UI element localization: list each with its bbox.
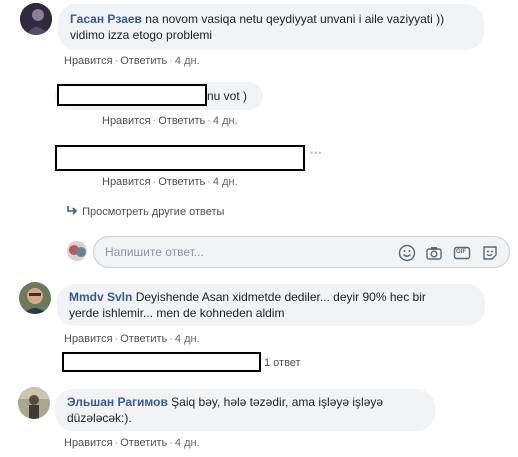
more-options-icon[interactable]: ••• (310, 148, 322, 158)
reply-link[interactable]: Ответить (120, 55, 167, 67)
comment-bubble: Mmdv Svln Deyishende Asan xidmetde dedil… (57, 284, 485, 326)
reply-actions: Нравится · Ответить · 4 дн. (102, 176, 238, 188)
comment-text: vidimo izza etogo problemi (70, 28, 213, 42)
comment-actions: Нравится · Ответить · 4 дн. (64, 55, 200, 67)
gif-icon[interactable]: GIF (453, 244, 471, 262)
reply-arrow-icon (67, 206, 79, 218)
comment-bubble: Гасан Рзаев na novom vasiqa netu qeydiyy… (58, 4, 484, 50)
avatar[interactable] (20, 3, 52, 35)
camera-icon[interactable] (425, 244, 443, 262)
comment-text: Şaiq bəy, hələ təzədir, ama işləyə işləy… (171, 395, 384, 409)
reply-input[interactable]: Напишите ответ... GIF (93, 236, 510, 268)
sticker-icon[interactable] (481, 244, 499, 262)
redacted-reply-author (62, 352, 261, 372)
comment-author[interactable]: Гасан Рзаев (70, 12, 142, 26)
reply-link[interactable]: Ответить (158, 115, 205, 127)
reply-placeholder: Напишите ответ... (105, 245, 204, 259)
like-link[interactable]: Нравится (102, 176, 151, 188)
gif-label: GIF (456, 249, 466, 255)
timestamp[interactable]: 4 дн. (175, 333, 200, 345)
current-user-avatar (67, 241, 87, 261)
redacted-reply (55, 145, 305, 171)
view-more-replies[interactable]: Просмотреть другие ответы (67, 206, 224, 218)
comment-author[interactable]: Эльшан Рагимов (67, 395, 168, 409)
reply-actions: Нравится · Ответить · 4 дн. (102, 115, 238, 127)
avatar[interactable] (19, 282, 51, 314)
reply-text: nu vot ) (207, 89, 248, 103)
reply-link[interactable]: Ответить (120, 333, 167, 345)
comment-actions: Нравится · Ответить · 4 дн. (64, 333, 200, 345)
replies-count-link[interactable]: 1 ответ (264, 357, 301, 369)
timestamp[interactable]: 4 дн. (213, 176, 238, 188)
like-link[interactable]: Нравится (64, 333, 113, 345)
timestamp[interactable]: 4 дн. (175, 437, 200, 449)
reply-link[interactable]: Ответить (158, 176, 205, 188)
comment-author[interactable]: Mmdv Svln (69, 290, 132, 304)
like-link[interactable]: Нравится (64, 55, 113, 67)
comment-text: düzələcək:). (67, 411, 132, 425)
timestamp[interactable]: 4 дн. (175, 55, 200, 67)
comment-actions: Нравится · Ответить · 4 дн. (64, 437, 200, 449)
comment-text: na novom vasiqa netu qeydiyyat unvani i … (145, 12, 445, 26)
redacted-name (57, 84, 207, 106)
timestamp[interactable]: 4 дн. (213, 115, 238, 127)
emoji-icon[interactable] (398, 244, 416, 262)
avatar[interactable] (18, 387, 50, 419)
reply-link[interactable]: Ответить (120, 437, 167, 449)
like-link[interactable]: Нравится (102, 115, 151, 127)
view-more-label: Просмотреть другие ответы (82, 206, 225, 218)
comment-bubble: Эльшан Рагимов Şaiq bəy, hələ təzədir, a… (55, 389, 435, 431)
like-link[interactable]: Нравится (64, 437, 113, 449)
comment-text: yerde ishlemir... men de kohneden aldim (69, 306, 285, 320)
comment-text: Deyishende Asan xidmetde dediler... deyi… (135, 290, 426, 304)
